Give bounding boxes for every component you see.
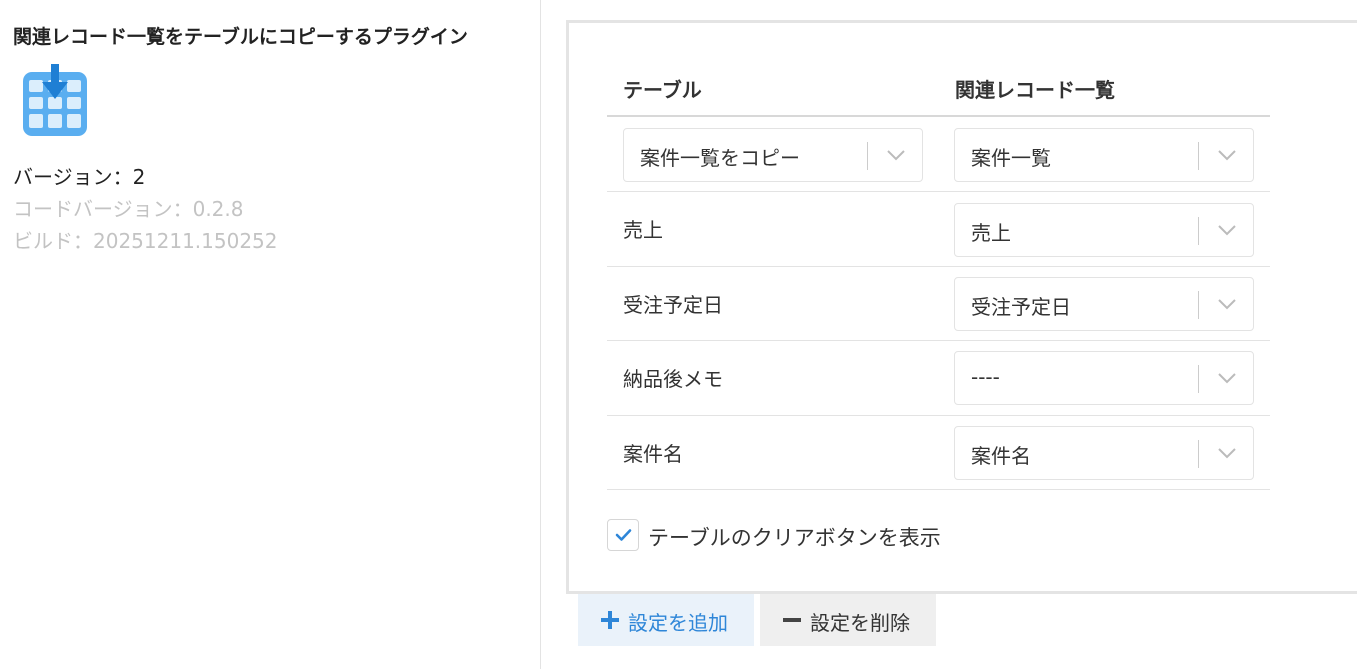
version-label: バージョン：2 — [13, 165, 146, 189]
mapping-header: テーブル 関連レコード一覧 — [607, 61, 1270, 117]
field-mapping-row: 納品後メモ ---- — [607, 341, 1270, 416]
add-setting-label: 設定を追加 — [628, 611, 728, 635]
table-download-icon — [22, 62, 88, 138]
code-version-label: コードバージョン：0.2.8 — [13, 197, 244, 221]
delete-setting-button[interactable]: 設定を削除 — [760, 594, 936, 646]
checkmark-icon — [615, 529, 632, 541]
field-label: 受注予定日 — [623, 293, 723, 317]
field-select[interactable]: 案件名 — [954, 426, 1254, 480]
add-setting-button[interactable]: 設定を追加 — [578, 594, 754, 646]
select-separator — [1198, 440, 1199, 468]
plugin-info-pane: 関連レコード一覧をテーブルにコピーするプラグイン バージョン：2 コードバージョ… — [0, 0, 541, 669]
show-clear-button-label[interactable]: テーブルのクリアボタンを表示 — [648, 522, 941, 552]
delete-setting-label: 設定を削除 — [810, 611, 910, 635]
field-select[interactable]: 受注予定日 — [954, 277, 1254, 331]
table-select-value: 案件一覧をコピー — [640, 146, 800, 170]
source-row: 案件一覧をコピー 案件一覧 — [607, 117, 1270, 192]
select-separator — [1198, 365, 1199, 393]
field-mapping-row: 案件名 案件名 — [607, 416, 1270, 490]
table-select[interactable]: 案件一覧をコピー — [623, 128, 923, 182]
select-separator — [867, 142, 868, 170]
minus-icon — [783, 618, 801, 622]
show-clear-button-checkbox[interactable] — [607, 519, 639, 551]
field-label: 案件名 — [623, 442, 683, 466]
chevron-down-icon[interactable] — [1217, 223, 1237, 237]
plus-icon — [601, 611, 619, 629]
select-separator — [1198, 142, 1199, 170]
chevron-down-icon[interactable] — [1217, 297, 1237, 311]
related-records-column-header: 関連レコード一覧 — [955, 78, 1115, 102]
field-label: 売上 — [623, 218, 663, 242]
field-select[interactable]: ---- — [954, 351, 1254, 405]
chevron-down-icon[interactable] — [1217, 148, 1237, 162]
field-select-value: 受注予定日 — [971, 295, 1071, 319]
field-mapping-row: 売上 売上 — [607, 192, 1270, 267]
table-column-header: テーブル — [623, 78, 702, 102]
field-select-value: ---- — [971, 365, 1000, 389]
select-separator — [1198, 291, 1199, 319]
field-select-value: 案件名 — [971, 444, 1031, 468]
select-separator — [1198, 217, 1199, 245]
field-select[interactable]: 売上 — [954, 203, 1254, 257]
chevron-down-icon[interactable] — [1217, 371, 1237, 385]
chevron-down-icon[interactable] — [1217, 446, 1237, 460]
plugin-title: 関連レコード一覧をテーブルにコピーするプラグイン — [13, 26, 468, 48]
field-mapping-row: 受注予定日 受注予定日 — [607, 267, 1270, 341]
field-select-value: 売上 — [971, 221, 1011, 245]
build-label: ビルド：20251211.150252 — [13, 229, 278, 253]
chevron-down-icon[interactable] — [886, 148, 906, 162]
settings-panel: テーブル 関連レコード一覧 案件一覧をコピー 案件一覧 売上 売上 受注予定日 … — [566, 20, 1357, 594]
related-records-select[interactable]: 案件一覧 — [954, 128, 1254, 182]
related-records-select-value: 案件一覧 — [971, 146, 1051, 170]
field-label: 納品後メモ — [623, 367, 723, 391]
